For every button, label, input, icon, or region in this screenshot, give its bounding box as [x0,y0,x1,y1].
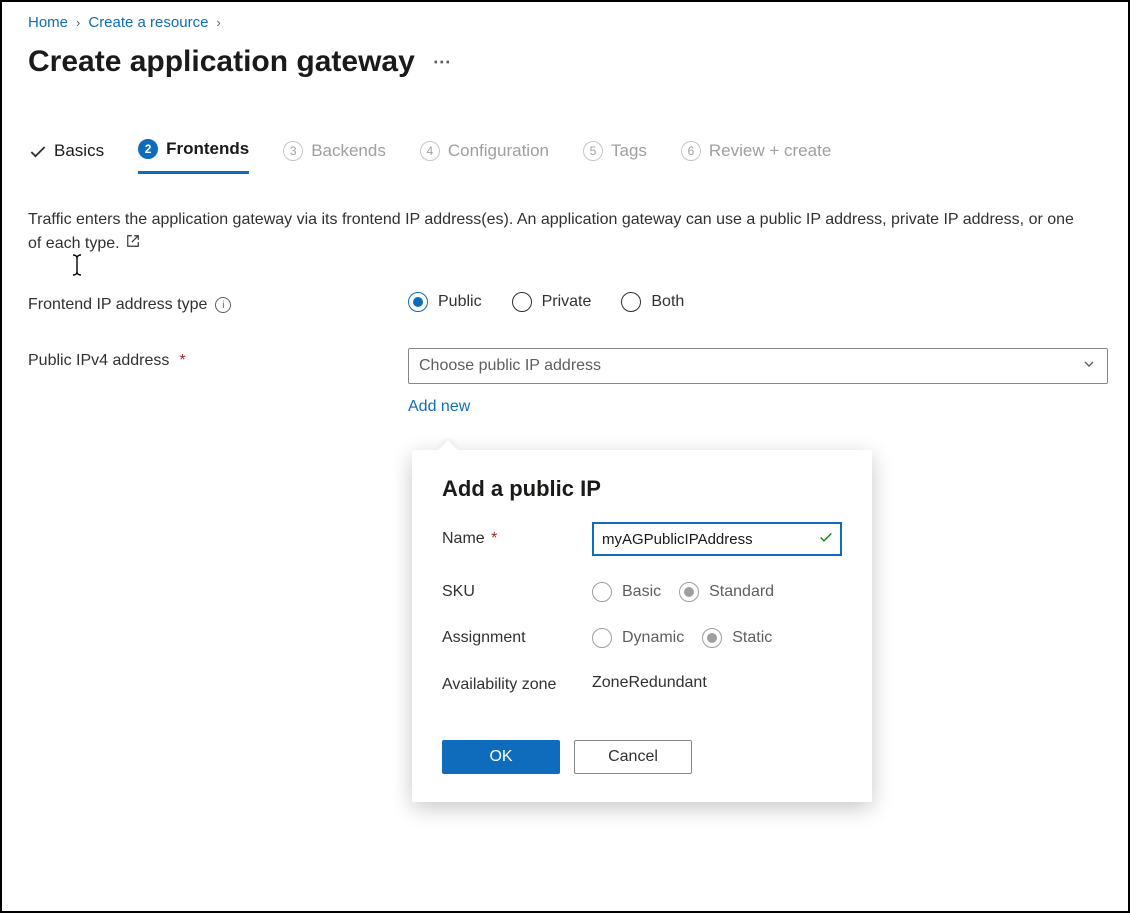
radio-dot-icon [512,292,532,312]
tab-frontends-num: 2 [138,139,158,159]
popover-name-label-text: Name [442,530,485,547]
tab-backends[interactable]: 3 Backends [283,133,386,174]
frontend-ip-type-label-text: Frontend IP address type [28,296,207,314]
frontends-description: Traffic enters the application gateway v… [28,208,1088,256]
radio-sku-standard-label: Standard [709,583,774,601]
radio-dot-icon [592,582,612,602]
tab-review-label: Review + create [709,141,831,161]
radio-assignment-dynamic: Dynamic [592,628,684,648]
radio-public-label: Public [438,293,482,311]
public-ip-name-input[interactable] [592,522,842,556]
text-cursor-icon [72,254,82,281]
radio-dot-icon [408,292,428,312]
radio-both[interactable]: Both [621,292,684,312]
breadcrumb: Home › Create a resource › [28,14,1102,31]
radio-sku-standard: Standard [679,582,774,602]
ok-button[interactable]: OK [442,740,560,774]
info-icon[interactable]: i [215,297,231,313]
popover-assignment-label: Assignment [442,629,592,647]
page-title: Create application gateway ⋯ [28,45,1102,79]
public-ip-select-placeholder: Choose public IP address [419,357,601,375]
radio-private-label: Private [542,293,592,311]
radio-assignment-dynamic-label: Dynamic [622,629,684,647]
tab-frontends-label: Frontends [166,139,249,159]
external-link-icon[interactable] [126,232,140,256]
frontend-ip-type-radios: Public Private Both [408,292,1108,312]
chevron-right-icon: › [76,15,80,30]
radio-sku-basic: Basic [592,582,661,602]
tab-backends-num: 3 [283,141,303,161]
add-public-ip-popover: Add a public IP Name * SKU Basic Standar… [412,450,872,802]
public-ipv4-label-text: Public IPv4 address [28,352,169,370]
public-ip-select[interactable]: Choose public IP address [408,348,1108,384]
radio-public[interactable]: Public [408,292,482,312]
chevron-down-icon [1081,356,1097,377]
wizard-tabs: Basics 2 Frontends 3 Backends 4 Configur… [28,133,1102,174]
radio-assignment-static: Static [702,628,772,648]
radio-dot-icon [592,628,612,648]
public-ipv4-label: Public IPv4 address * [28,348,408,370]
tab-tags[interactable]: 5 Tags [583,133,647,174]
popover-sku-label: SKU [442,583,592,601]
radio-private[interactable]: Private [512,292,592,312]
check-icon [818,530,834,549]
tab-backends-label: Backends [311,141,386,161]
tab-configuration[interactable]: 4 Configuration [420,133,549,174]
tab-basics-label: Basics [54,141,104,161]
radio-both-label: Both [651,293,684,311]
tab-review-num: 6 [681,141,701,161]
breadcrumb-home[interactable]: Home [28,14,68,31]
tab-basics[interactable]: Basics [28,133,104,174]
check-icon [28,142,46,160]
tab-tags-label: Tags [611,141,647,161]
tab-review-create[interactable]: 6 Review + create [681,133,831,174]
tab-configuration-num: 4 [420,141,440,161]
radio-sku-basic-label: Basic [622,583,661,601]
radio-dot-icon [621,292,641,312]
required-asterisk: * [179,352,185,370]
tab-configuration-label: Configuration [448,141,549,161]
more-icon[interactable]: ⋯ [433,52,453,73]
breadcrumb-create-resource[interactable]: Create a resource [88,14,208,31]
popover-az-value: ZoneRedundant [592,674,842,692]
frontends-form: Frontend IP address type i Public Privat… [28,292,1102,418]
tab-frontends[interactable]: 2 Frontends [138,133,249,174]
radio-dot-icon [679,582,699,602]
required-asterisk: * [491,530,497,547]
add-new-link[interactable]: Add new [408,398,470,416]
chevron-right-icon: › [216,15,220,30]
radio-assignment-static-label: Static [732,629,772,647]
page-title-text: Create application gateway [28,45,415,79]
popover-az-label: Availability zone [442,674,592,696]
radio-dot-icon [702,628,722,648]
frontends-description-text: Traffic enters the application gateway v… [28,211,1074,252]
popover-name-label: Name * [442,530,592,548]
frontend-ip-type-label: Frontend IP address type i [28,292,408,314]
popover-title: Add a public IP [442,476,842,502]
cancel-button[interactable]: Cancel [574,740,692,774]
tab-tags-num: 5 [583,141,603,161]
